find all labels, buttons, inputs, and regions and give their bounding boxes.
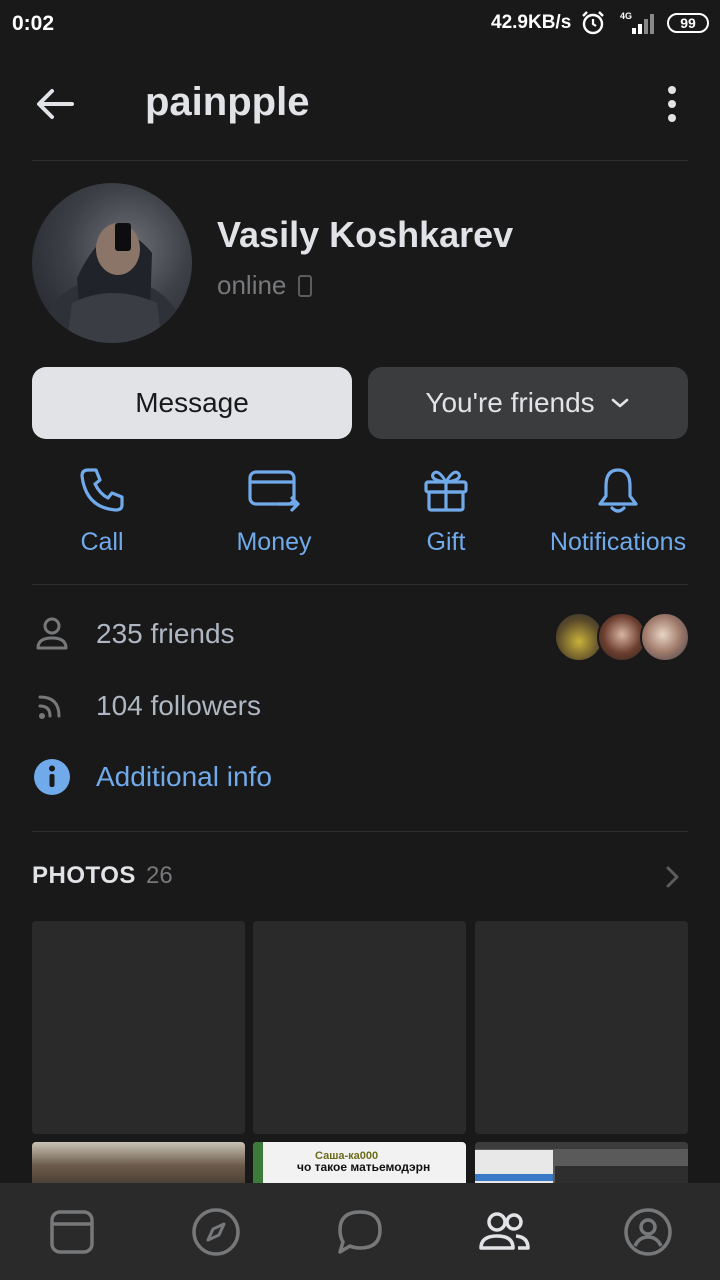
photo-screenshot-highlight xyxy=(475,1174,553,1181)
avatar-photo xyxy=(42,223,182,343)
back-arrow-icon[interactable] xyxy=(32,84,76,124)
alarm-icon xyxy=(582,11,604,35)
call-label: Call xyxy=(80,528,124,556)
friends-icon[interactable] xyxy=(478,1206,530,1258)
battery-level: 99 xyxy=(680,15,696,31)
followers-row[interactable]: 104 followers xyxy=(32,686,688,726)
messages-icon[interactable] xyxy=(334,1206,386,1258)
rss-icon xyxy=(38,695,61,719)
friend-avatar[interactable] xyxy=(640,612,690,662)
header-divider xyxy=(32,160,688,161)
network-type: 4G xyxy=(620,11,632,21)
money-action[interactable]: Money xyxy=(189,462,359,557)
message-button-label: Message xyxy=(135,387,249,418)
additional-info-row[interactable]: Additional info xyxy=(32,757,688,797)
phone-icon xyxy=(80,468,124,512)
online-status: online xyxy=(217,270,287,300)
avatar[interactable] xyxy=(32,183,192,343)
photo-thumbnail[interactable] xyxy=(253,921,466,1134)
photo-thumbnail[interactable] xyxy=(32,921,245,1134)
money-icon xyxy=(248,470,300,512)
friends-status-button[interactable]: You're friends xyxy=(368,367,688,439)
page-title: painpple xyxy=(145,80,310,124)
photo-meme-text: чо такое матьемодэрн xyxy=(297,1160,431,1174)
profile-icon[interactable] xyxy=(622,1206,674,1258)
bell-icon xyxy=(598,468,638,513)
gift-label: Gift xyxy=(426,528,466,556)
additional-info-link: Additional info xyxy=(96,761,272,792)
photo-thumbnail[interactable] xyxy=(475,921,688,1134)
followers-count: 104 followers xyxy=(96,690,261,721)
chevron-right-icon[interactable] xyxy=(660,862,684,892)
news-icon[interactable] xyxy=(46,1206,98,1258)
photos-heading[interactable]: PHOTOS xyxy=(32,862,136,890)
friends-button-label: You're friends xyxy=(425,387,595,418)
friends-count: 235 friends xyxy=(96,618,235,649)
mobile-device-icon xyxy=(298,275,312,297)
person-icon xyxy=(36,617,68,650)
info-icon xyxy=(34,759,70,795)
photos-count: 26 xyxy=(146,862,173,889)
status-time: 0:02 xyxy=(12,12,55,35)
money-label: Money xyxy=(236,528,312,556)
photo-screenshot-bar xyxy=(475,1142,688,1149)
notifications-action[interactable]: Notifications xyxy=(533,462,703,557)
battery-indicator: 99 xyxy=(667,13,709,33)
signal-icon: 4G xyxy=(620,11,654,34)
message-button[interactable]: Message xyxy=(32,367,352,439)
profile-name: Vasily Koshkarev xyxy=(217,214,514,255)
network-speed: 42.9KB/s xyxy=(491,12,572,33)
gift-icon xyxy=(424,470,468,512)
chevron-down-icon xyxy=(611,398,628,408)
explore-icon[interactable] xyxy=(190,1206,242,1258)
notifications-label: Notifications xyxy=(549,528,687,556)
info-divider xyxy=(32,831,688,832)
actions-divider xyxy=(32,584,688,585)
call-action[interactable]: Call xyxy=(17,462,187,557)
gift-action[interactable]: Gift xyxy=(361,462,531,557)
status-bar: 0:02 42.9KB/s 4G 99 xyxy=(0,0,720,48)
more-options-icon[interactable] xyxy=(650,84,694,124)
